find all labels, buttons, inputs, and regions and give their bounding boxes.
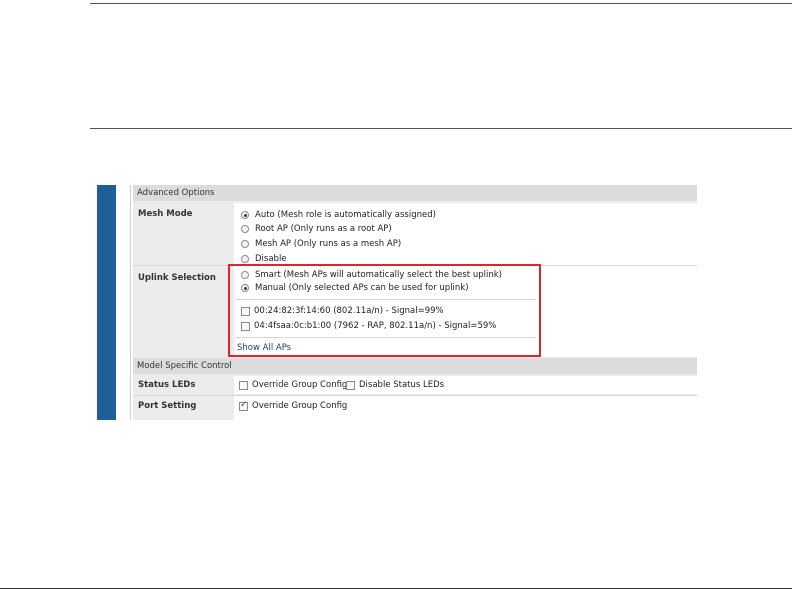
- port-setting-label: Port Setting: [138, 401, 197, 411]
- checkbox-icon[interactable]: [239, 380, 248, 390]
- uplink-selection-label: Uplink Selection: [138, 273, 216, 283]
- radio-checked-icon[interactable]: [241, 211, 249, 219]
- radio-icon[interactable]: [241, 225, 249, 233]
- sidebar-strip: [97, 185, 116, 420]
- checkbox-label: Override Group Config: [252, 401, 348, 411]
- status-leds-override-checkbox[interactable]: Override Group Config: [239, 380, 347, 390]
- mesh-mode-option-auto[interactable]: Auto (Mesh role is automatically assigne…: [241, 210, 436, 220]
- uplink-highlight-box: [228, 264, 541, 357]
- checkbox-checked-icon[interactable]: [239, 400, 248, 411]
- section-header-advanced-options: Advanced Options: [133, 185, 697, 201]
- option-label: Disable: [255, 254, 287, 264]
- option-label: Auto (Mesh role is automatically assigne…: [255, 210, 436, 220]
- port-setting-override-checkbox[interactable]: Override Group Config: [239, 400, 348, 411]
- option-label: Root AP (Only runs as a root AP): [255, 224, 392, 234]
- radio-icon[interactable]: [241, 240, 249, 248]
- checkbox-label: Disable Status LEDs: [359, 380, 445, 390]
- disable-status-leds-checkbox[interactable]: Disable Status LEDs: [346, 380, 444, 390]
- status-leds-label: Status LEDs: [138, 380, 196, 390]
- mesh-mode-label: Mesh Mode: [138, 209, 193, 219]
- top-rule: [90, 3, 792, 4]
- mesh-mode-option-disable[interactable]: Disable: [241, 254, 287, 264]
- checkbox-label: Override Group Config: [252, 380, 348, 390]
- mesh-mode-option-root-ap[interactable]: Root AP (Only runs as a root AP): [241, 224, 392, 234]
- radio-icon[interactable]: [241, 255, 249, 263]
- header-rule: [90, 128, 792, 129]
- mesh-mode-option-mesh-ap[interactable]: Mesh AP (Only runs as a mesh AP): [241, 239, 401, 249]
- left-divider: [130, 185, 131, 420]
- option-label: Mesh AP (Only runs as a mesh AP): [255, 239, 402, 249]
- checkbox-icon[interactable]: [346, 380, 355, 390]
- section-header-model-specific-control: Model Specific Control: [133, 358, 697, 374]
